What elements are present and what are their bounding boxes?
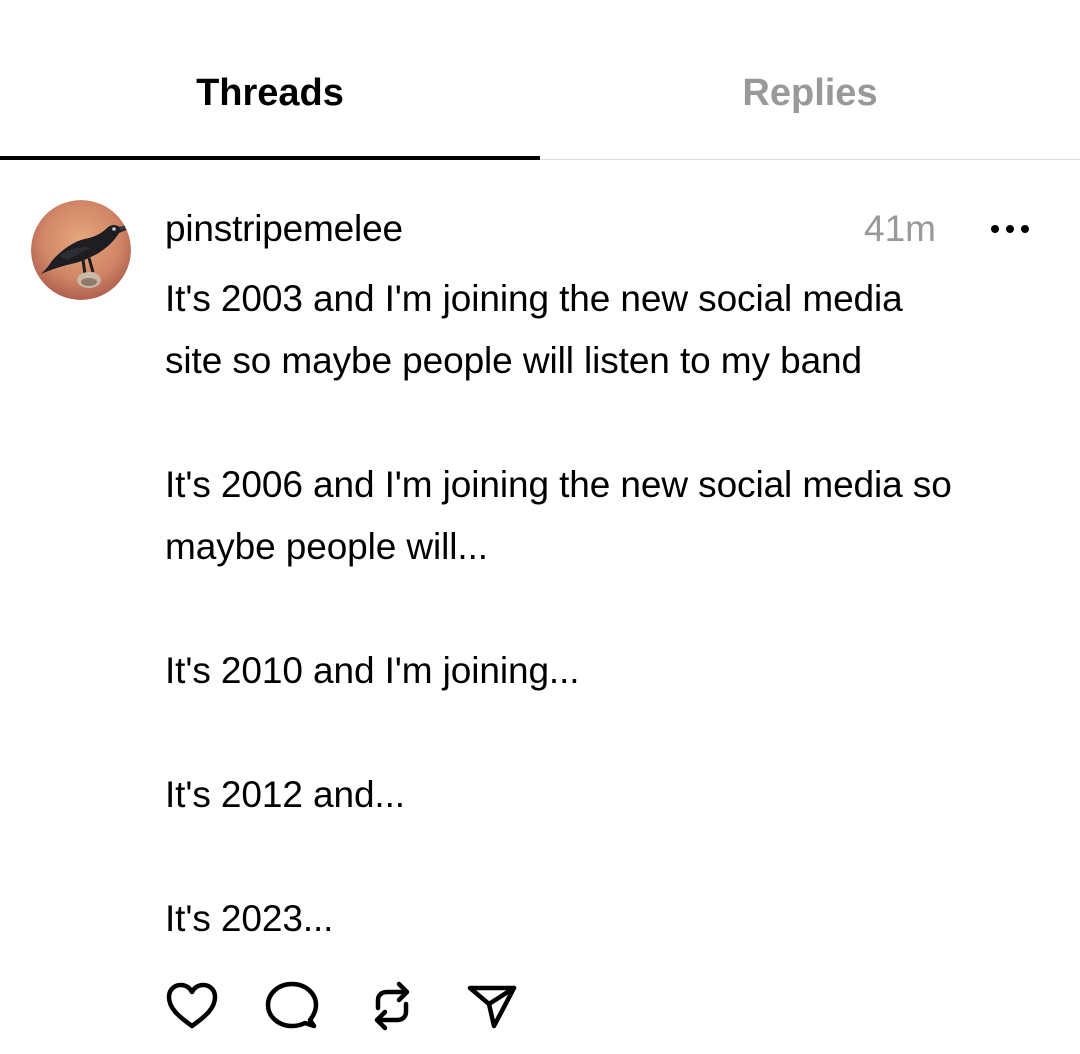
comment-icon[interactable] (264, 978, 320, 1034)
tab-threads-label: Threads (196, 72, 344, 114)
avatar[interactable] (31, 200, 131, 300)
tab-threads[interactable]: Threads (0, 0, 540, 160)
post-text: It's 2003 and I'm joining the new social… (165, 278, 952, 939)
repost-icon[interactable] (364, 978, 420, 1034)
share-icon[interactable] (464, 978, 520, 1034)
tab-bar: Threads Replies (0, 0, 1080, 160)
thread-post: pinstripemelee 41m It's 2003 and I'm joi… (0, 160, 1080, 1054)
post-timestamp: 41m (864, 208, 936, 249)
post-username[interactable]: pinstripemelee (165, 208, 403, 250)
tab-replies-label: Replies (742, 72, 878, 114)
heart-icon[interactable] (164, 978, 220, 1034)
more-options-icon[interactable] (985, 218, 1035, 240)
tab-replies[interactable]: Replies (540, 0, 1080, 160)
post-actions (160, 978, 540, 1034)
raven-avatar-icon (31, 200, 131, 300)
